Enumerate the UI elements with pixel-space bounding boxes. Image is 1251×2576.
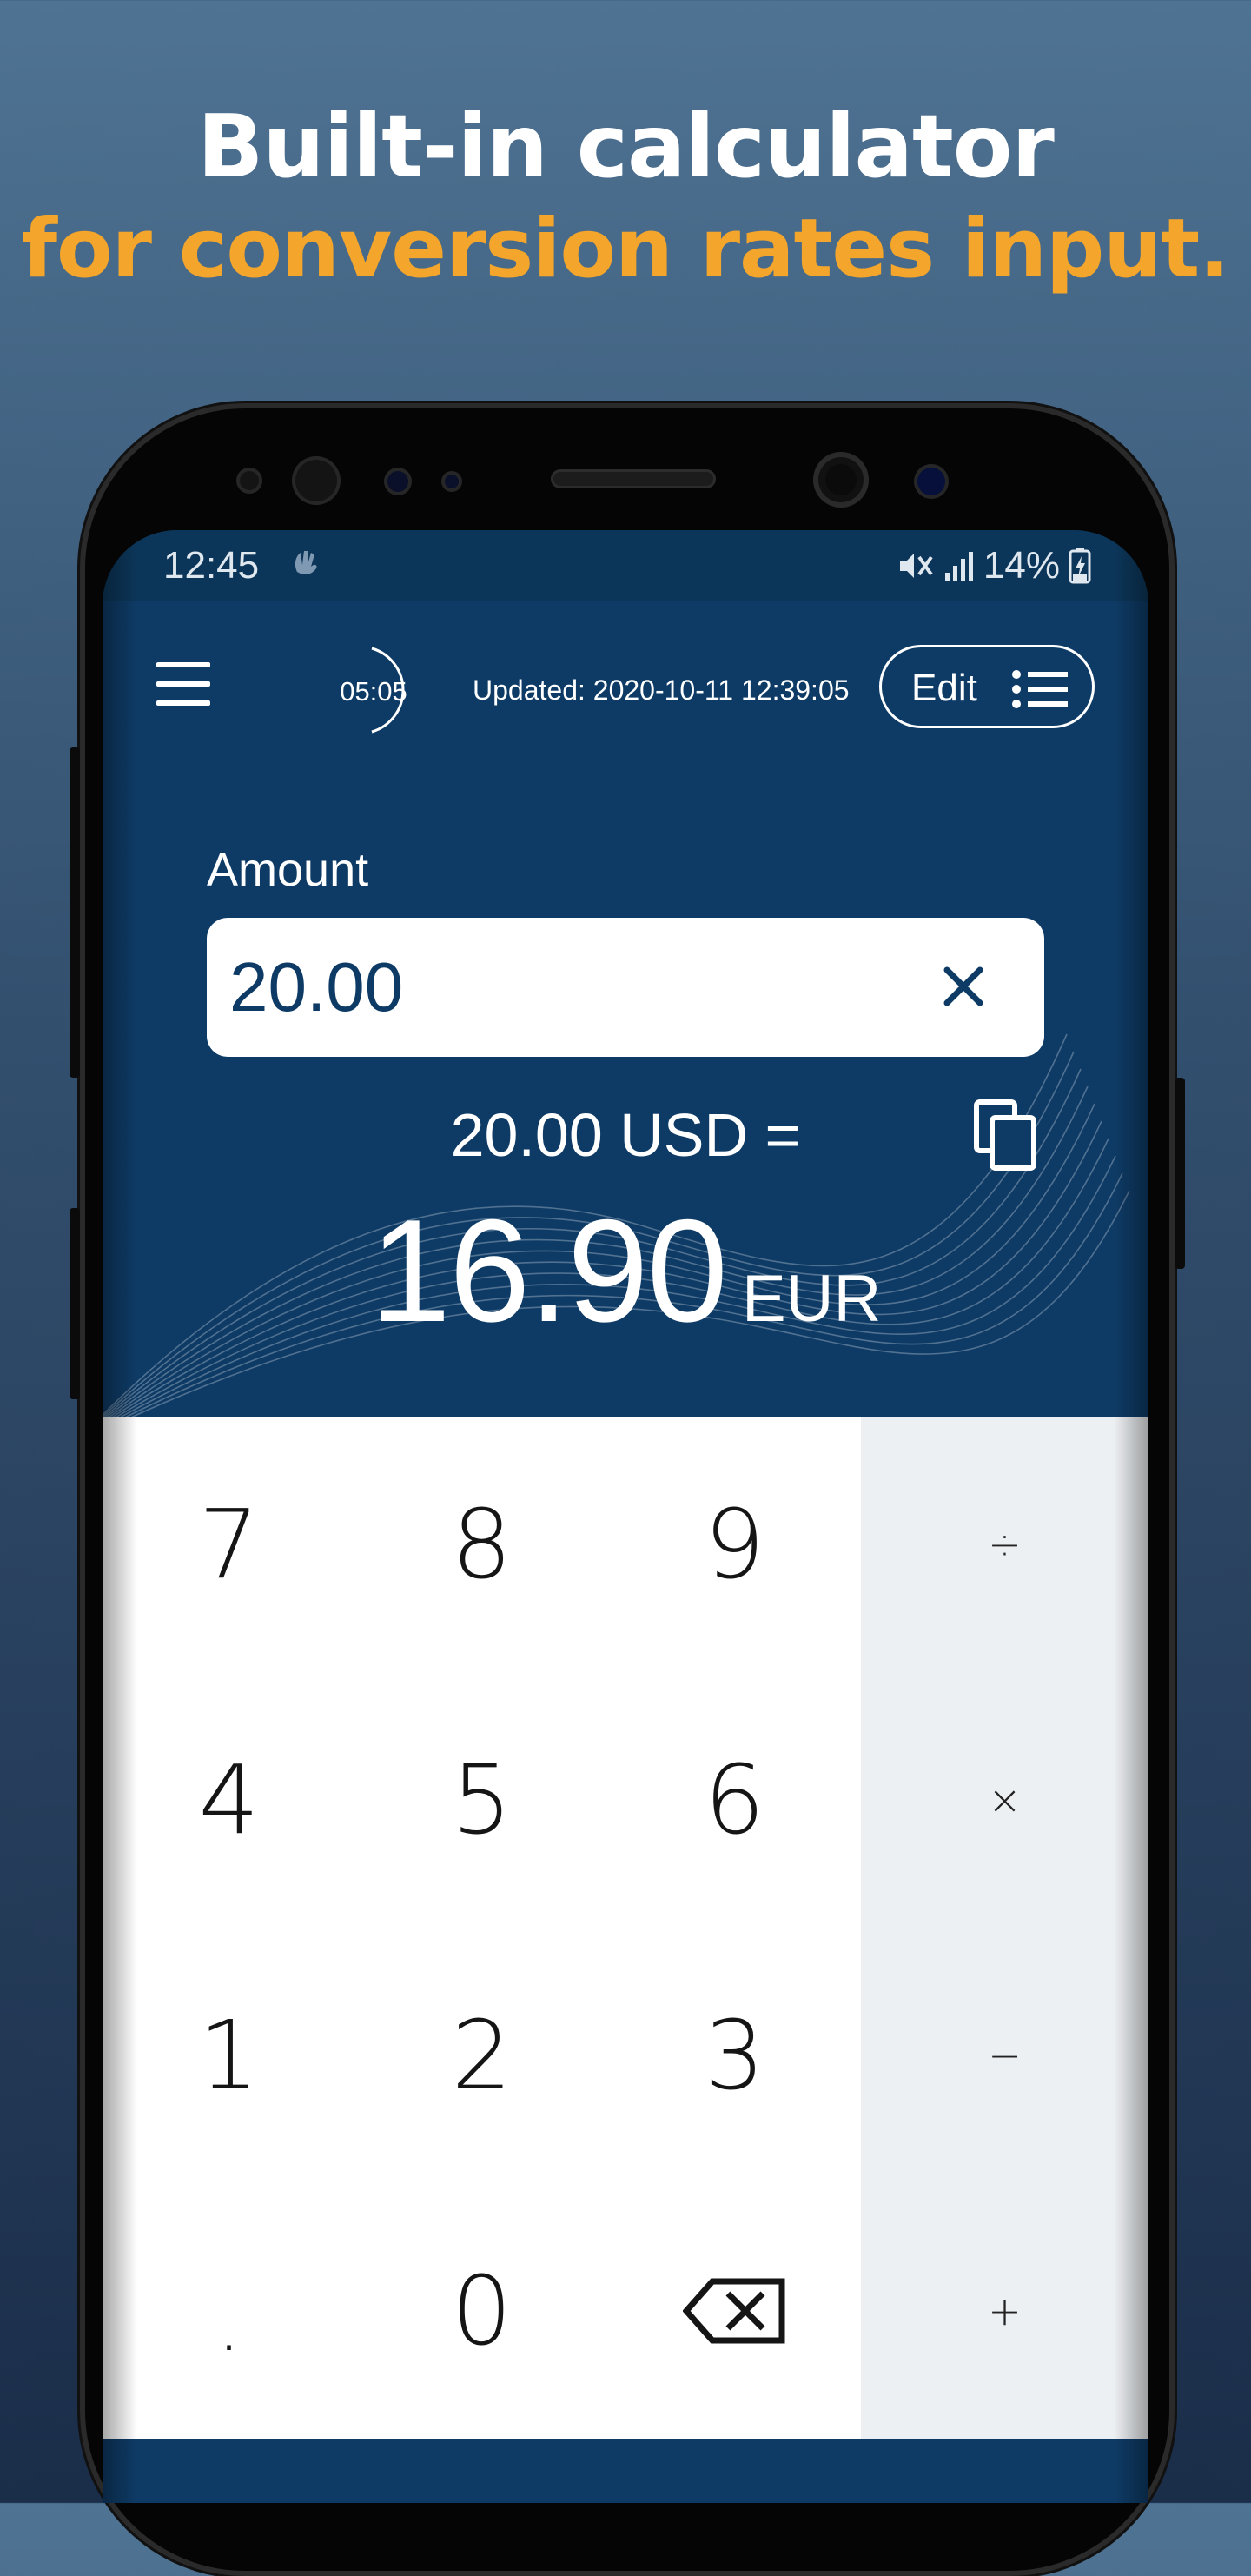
app-header: 05:05 Updated: 2020-10-11 12:39:05 Edit [103, 601, 1148, 767]
iris-sensor-icon [292, 456, 341, 505]
edit-button-label: Edit [911, 667, 977, 709]
result-value: 16.90 [369, 1189, 728, 1352]
refresh-timer[interactable]: 05:05 [337, 645, 427, 735]
hamburger-menu-icon[interactable] [156, 662, 210, 706]
light-sensor-icon [441, 471, 462, 492]
key-add[interactable]: + [861, 2183, 1148, 2439]
edit-button[interactable]: Edit [879, 645, 1095, 728]
backspace-icon [682, 2278, 784, 2344]
amount-value: 20.00 [229, 948, 404, 1026]
key-5[interactable]: 5 [355, 1672, 608, 1928]
timer-countdown: 05:05 [340, 676, 407, 707]
signal-icon [943, 548, 975, 583]
key-7[interactable]: 7 [103, 1417, 355, 1672]
battery-charging-icon [1069, 548, 1091, 584]
key-3[interactable]: 3 [608, 1928, 861, 2183]
clear-icon[interactable] [935, 958, 992, 1015]
amount-label: Amount [207, 844, 369, 896]
status-time: 12:45 [163, 544, 260, 587]
key-subtract[interactable]: − [861, 1928, 1148, 2183]
volume-button [70, 747, 80, 1078]
mute-icon [897, 548, 935, 583]
key-multiply[interactable]: × [861, 1672, 1148, 1928]
navigation-area [103, 2439, 1148, 2503]
conversion-result: 16.90 EUR [103, 1187, 1148, 1355]
earpiece-speaker [551, 469, 716, 488]
battery-percent: 14% [983, 544, 1060, 587]
sensor-icon [236, 468, 262, 494]
key-1[interactable]: 1 [103, 1928, 355, 2183]
key-9[interactable]: 9 [608, 1417, 861, 1672]
promo-headline: Built-in calculator [197, 96, 1055, 197]
calculator-keypad: 7 8 9 ÷ 4 5 6 × 1 2 3 − . 0 + [103, 1417, 1148, 2439]
bixby-button [70, 1208, 80, 1399]
power-button [1175, 1078, 1185, 1269]
result-currency: EUR [741, 1262, 882, 1336]
amount-input[interactable]: 20.00 [207, 918, 1044, 1057]
key-2[interactable]: 2 [355, 1928, 608, 2183]
key-6[interactable]: 6 [608, 1672, 861, 1928]
key-4[interactable]: 4 [103, 1672, 355, 1928]
key-decimal[interactable]: . [103, 2183, 355, 2439]
app-screen: 12:45 14% 05:05 Updated: 2020-10-11 12:3… [103, 530, 1148, 2503]
last-updated-text: Updated: 2020-10-11 12:39:05 [473, 674, 850, 706]
status-bar: 12:45 14% [103, 530, 1148, 601]
key-0[interactable]: 0 [355, 2183, 608, 2439]
key-8[interactable]: 8 [355, 1417, 608, 1672]
promo-subheadline: for conversion rates input. [22, 202, 1230, 296]
list-icon [1012, 670, 1068, 708]
key-divide[interactable]: ÷ [861, 1417, 1148, 1672]
iris-camera-icon [914, 464, 949, 499]
front-camera-icon [813, 452, 869, 508]
copy-icon[interactable] [973, 1099, 1039, 1173]
proximity-sensor-icon [384, 468, 412, 495]
status-icons: 14% [897, 544, 1091, 588]
gesture-icon [288, 546, 323, 589]
backspace-button[interactable] [608, 2183, 861, 2439]
